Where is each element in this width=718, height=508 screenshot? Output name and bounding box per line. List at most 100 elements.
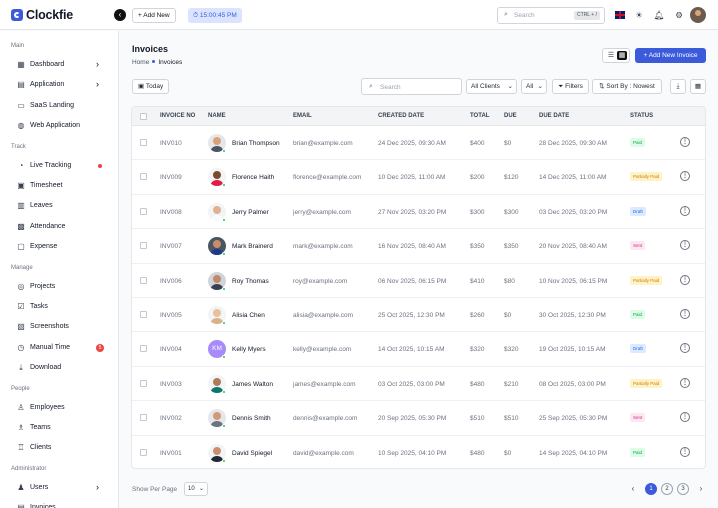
row-checkbox[interactable] bbox=[140, 448, 147, 456]
column-header-total[interactable]: TOTAL bbox=[470, 113, 489, 119]
page-button-2[interactable]: 2 bbox=[661, 483, 673, 495]
more-options-icon[interactable]: ⋮ bbox=[680, 446, 690, 457]
due-amount: $350 bbox=[504, 243, 519, 251]
table-row[interactable]: KM INV004 Kelly Myers kelly@example.com 14 O… bbox=[132, 332, 705, 367]
status-badge: Sent bbox=[630, 241, 646, 251]
add-new-invoice-button[interactable]: + Add New Invoice bbox=[635, 48, 706, 63]
sidebar-item-employees[interactable]: ♙ Employees bbox=[0, 400, 118, 416]
more-options-icon[interactable]: ⋮ bbox=[680, 377, 690, 388]
sidebar-item-saas-landing[interactable]: ▭ SaaS Landing bbox=[0, 98, 118, 114]
more-options-icon[interactable]: ⋮ bbox=[680, 205, 690, 216]
sort-by-select[interactable]: ⇅ Sort By : Nowest bbox=[592, 79, 662, 94]
sidebar-collapse-button[interactable]: ‹ bbox=[114, 9, 126, 21]
sidebar-item-dashboard[interactable]: ▦ Dashboard › bbox=[0, 57, 118, 73]
more-options-icon[interactable]: ⋮ bbox=[680, 137, 690, 147]
row-checkbox[interactable] bbox=[140, 173, 147, 181]
sidebar-item-users[interactable]: ♟ Users › bbox=[0, 480, 118, 496]
status-select[interactable]: All ⌄ bbox=[521, 79, 547, 94]
sidebar-item-expense[interactable]: ▢ Expense bbox=[0, 239, 118, 255]
row-checkbox[interactable] bbox=[140, 345, 147, 353]
more-options-icon[interactable]: ⋮ bbox=[680, 343, 690, 354]
expense-icon: ▢ bbox=[17, 242, 25, 252]
column-header-due-date[interactable]: DUE DATE bbox=[539, 113, 569, 119]
table-row[interactable]: INV005 Alisia Chen alisia@example.com 25 Oc… bbox=[132, 298, 705, 333]
filters-button[interactable]: ⏷ Filters bbox=[552, 79, 589, 94]
column-header-invoice-no[interactable]: INVOICE NO bbox=[160, 113, 195, 119]
previous-page-button[interactable]: ‹ bbox=[627, 483, 639, 495]
per-page-select[interactable]: 10 ⌄ bbox=[184, 482, 208, 496]
settings-gear-icon[interactable]: ⚙ bbox=[673, 9, 685, 21]
sidebar-item-label: Attendance bbox=[30, 222, 66, 230]
sidebar-item-tasks[interactable]: ☑ Tasks bbox=[0, 299, 118, 315]
sidebar-item-label: Application bbox=[30, 81, 65, 89]
language-flag-icon[interactable] bbox=[615, 11, 625, 19]
table-row[interactable]: INV007 Mark Brainerd mark@example.com 16 No… bbox=[132, 229, 705, 264]
status-badge: Paid bbox=[630, 447, 646, 457]
sidebar-item-projects[interactable]: ◎ Projects bbox=[0, 279, 118, 295]
chevron-right-icon: › bbox=[96, 481, 99, 492]
page-button-3[interactable]: 3 bbox=[677, 483, 689, 495]
today-filter-button[interactable]: ▣ Today bbox=[132, 79, 170, 94]
sidebar: Main ▦ Dashboard › ▤ Application › ▭ SaaS Landin… bbox=[0, 31, 119, 508]
row-checkbox[interactable] bbox=[140, 379, 147, 387]
more-options-icon[interactable]: ⋮ bbox=[680, 412, 690, 423]
total-amount: $480 bbox=[470, 449, 485, 457]
created-date: 14 Oct 2025, 10:15 AM bbox=[378, 346, 445, 354]
sidebar-item-invoices[interactable]: ▤ Invoices bbox=[0, 500, 118, 508]
theme-sun-icon[interactable]: ☀ bbox=[633, 9, 645, 21]
grid-view-icon[interactable]: ▦ bbox=[617, 51, 627, 60]
next-page-button[interactable]: › bbox=[695, 483, 707, 495]
sidebar-item-manual-time[interactable]: ◷ Manual Time 5 bbox=[0, 340, 118, 356]
sidebar-item-live-tracking[interactable]: ◔ Live Tracking bbox=[0, 158, 118, 174]
sidebar-item-web-application[interactable]: ◍ Web Application bbox=[0, 118, 118, 134]
projects-icon: ◎ bbox=[17, 281, 25, 291]
notification-bell-icon[interactable]: 🔔︎ bbox=[653, 9, 665, 21]
app-logo[interactable]: Clockfie bbox=[11, 8, 73, 22]
list-view-icon[interactable]: ☰ bbox=[606, 51, 616, 60]
more-options-icon[interactable]: ⋮ bbox=[680, 171, 690, 182]
sidebar-item-attendance[interactable]: ▩ Attendance bbox=[0, 219, 118, 235]
global-search-input[interactable]: ⌕ Search CTRL + / bbox=[497, 7, 605, 24]
more-options-icon[interactable]: ⋮ bbox=[680, 309, 690, 319]
clients-select[interactable]: All Clients ⌄ bbox=[466, 79, 517, 94]
breadcrumb-home[interactable]: Home bbox=[132, 59, 149, 66]
add-new-button[interactable]: + Add New bbox=[132, 8, 176, 23]
table-row[interactable]: INV002 Dennis Smith dennis@example.com 20 S… bbox=[132, 401, 705, 436]
table-row[interactable]: INV010 Brian Thompson brian@example.com 24 … bbox=[132, 126, 705, 161]
sidebar-item-timesheet[interactable]: ▣ Timesheet bbox=[0, 178, 118, 194]
search-shortcut-badge: CTRL + / bbox=[574, 11, 600, 20]
sidebar-item-clients[interactable]: ♖ Clients bbox=[0, 440, 118, 456]
row-checkbox[interactable] bbox=[140, 139, 147, 146]
sidebar-item-screenshots[interactable]: ▧ Screenshots bbox=[0, 319, 118, 335]
sidebar-item-download[interactable]: ⤓ Download bbox=[0, 360, 118, 376]
column-header-created-date[interactable]: CREATED DATE bbox=[378, 113, 424, 119]
sidebar-item-leaves[interactable]: ▥ Leaves bbox=[0, 198, 118, 214]
timer-display[interactable]: ⏱ 15:00:45 PM bbox=[188, 8, 242, 23]
row-checkbox[interactable] bbox=[140, 276, 147, 284]
table-row[interactable]: INV006 Roy Thomas roy@example.com 06 Nov 20… bbox=[132, 264, 705, 298]
column-header-due[interactable]: DUE bbox=[504, 113, 517, 119]
due-amount: $0 bbox=[504, 312, 512, 319]
column-header-name[interactable]: NAME bbox=[208, 113, 226, 119]
column-header-email[interactable]: EMAIL bbox=[293, 113, 312, 119]
invoice-search-input[interactable]: ⌕ Search bbox=[361, 78, 462, 95]
sidebar-item-application[interactable]: ▤ Application › bbox=[0, 77, 118, 93]
user-avatar[interactable] bbox=[690, 7, 706, 23]
more-options-icon[interactable]: ⋮ bbox=[680, 240, 690, 251]
row-checkbox[interactable] bbox=[140, 414, 147, 422]
sidebar-item-teams[interactable]: ♗ Teams bbox=[0, 420, 118, 436]
select-all-checkbox[interactable] bbox=[140, 113, 147, 120]
sidebar-item-label: Web Application bbox=[30, 122, 81, 130]
table-row[interactable]: INV003 James Walton james@example.com 03 Oc… bbox=[132, 367, 705, 402]
column-header-status[interactable]: STATUS bbox=[630, 113, 653, 119]
column-settings-button[interactable]: ▦ bbox=[690, 79, 706, 94]
table-row[interactable]: INV008 Jerry Palmer jerry@example.com 27 No… bbox=[132, 195, 705, 230]
export-button[interactable]: ⤓ bbox=[670, 79, 686, 94]
table-row[interactable]: INV001 David Spiegel david@example.com 10 S… bbox=[132, 436, 705, 468]
page-button-1[interactable]: 1 bbox=[645, 483, 657, 495]
row-checkbox[interactable] bbox=[140, 207, 147, 215]
more-options-icon[interactable]: ⋮ bbox=[680, 274, 690, 285]
table-row[interactable]: INV009 Florence Haith florence@example.com… bbox=[132, 160, 705, 195]
row-checkbox[interactable] bbox=[140, 311, 147, 318]
row-checkbox[interactable] bbox=[140, 242, 147, 250]
